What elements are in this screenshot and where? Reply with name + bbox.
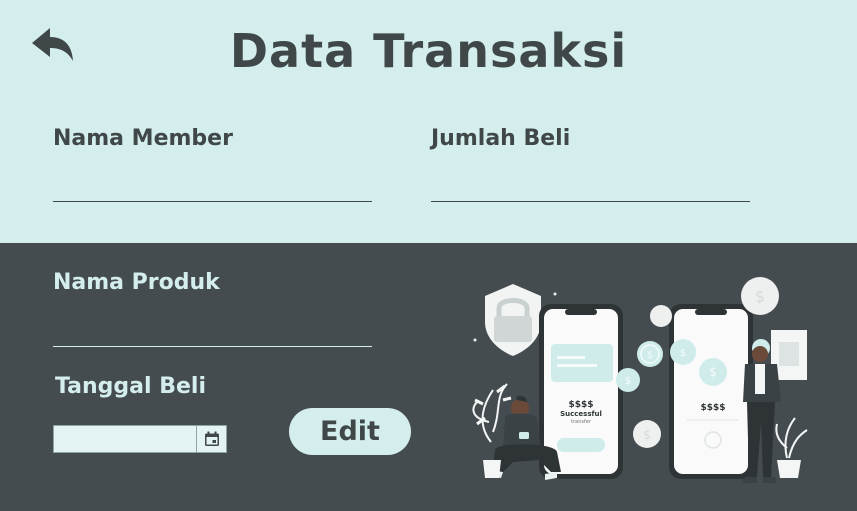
svg-text:$: $ [643,428,651,442]
tanggal-beli-input[interactable] [54,426,196,452]
phone-left-amount: $$$$ [568,400,593,410]
svg-text:$: $ [625,376,631,387]
dollar-coin-icon: $ [637,341,663,367]
nama-member-label: Nama Member [53,126,233,151]
svg-text:$: $ [647,350,653,361]
phone-left-status: Successful [560,410,602,418]
svg-text:$: $ [755,287,765,306]
nama-produk-input[interactable] [53,311,372,347]
nama-member-input[interactable] [53,166,372,202]
phone-left-sub: transfer [571,419,592,425]
padlock-icon [485,284,541,356]
calendar-button[interactable] [196,426,226,452]
calendar-icon [204,431,219,446]
nama-produk-label: Nama Produk [53,270,220,295]
page-title: Data Transaksi [229,24,628,78]
jumlah-beli-label: Jumlah Beli [431,126,571,151]
payment-illustration: $$$$ Successful transfer $ $$$$ $ $ $ $ … [472,277,808,483]
svg-text:$: $ [680,348,686,359]
svg-text:$: $ [709,365,717,379]
edit-button[interactable]: Edit [289,408,411,455]
jumlah-beli-input[interactable] [431,166,750,202]
tanggal-beli-label: Tanggal Beli [55,374,206,399]
phone-right-amount: $$$$ [700,403,725,413]
tanggal-beli-field [53,425,227,453]
